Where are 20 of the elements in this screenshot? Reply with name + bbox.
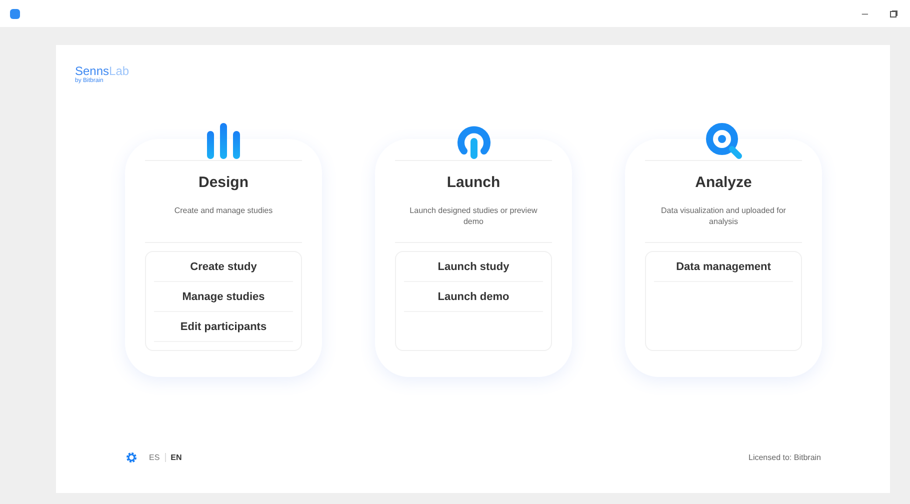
action-link[interactable]: Edit participants — [154, 312, 293, 342]
action-link[interactable]: Launch study — [404, 252, 543, 282]
card-title: Design — [198, 174, 248, 191]
card-description: Create and manage studies — [145, 205, 302, 243]
card-description: Data visualization and uploaded for analysis — [645, 205, 802, 243]
action-link[interactable]: Launch demo — [404, 282, 543, 312]
card-title: Analyze — [695, 174, 752, 191]
action-link[interactable]: Manage studies — [154, 282, 293, 312]
action-link[interactable]: Data management — [654, 252, 793, 282]
language-option[interactable]: ES — [149, 453, 160, 462]
minimize-button[interactable]: – — [862, 8, 868, 20]
restore-icon[interactable] — [890, 10, 898, 18]
language-option[interactable]: EN — [170, 453, 182, 462]
app-icon — [10, 8, 20, 18]
search-icon — [704, 121, 744, 161]
card-title: Launch — [446, 174, 500, 191]
card-description: Launch designed studies or preview demo — [395, 205, 552, 243]
license-text: Licensed to: Bitbrain — [748, 453, 821, 462]
action-link[interactable]: Create study — [154, 252, 293, 282]
settings-icon[interactable] — [126, 452, 137, 463]
